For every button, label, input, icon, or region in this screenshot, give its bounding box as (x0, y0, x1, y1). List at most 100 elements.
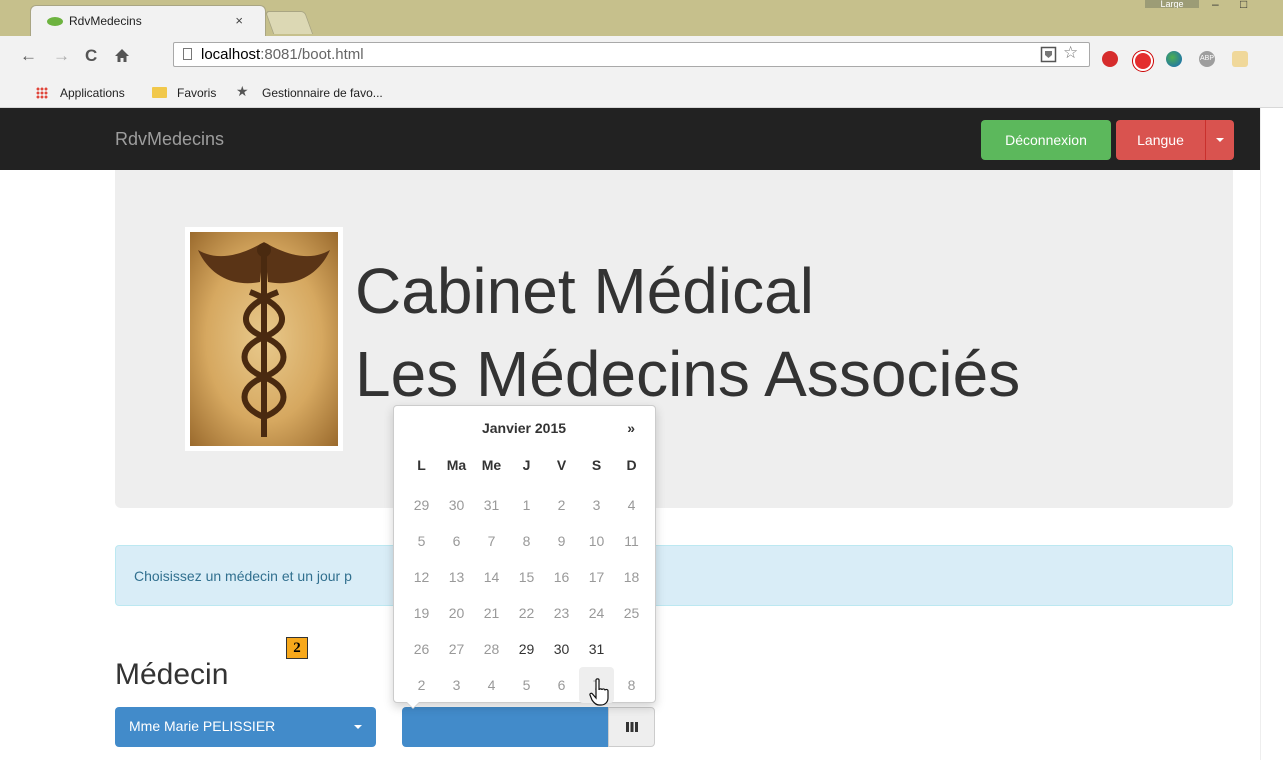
day-cell[interactable]: 5 (509, 667, 544, 703)
extension-icon[interactable] (1232, 51, 1248, 67)
medecin-heading: Médecin (115, 658, 229, 691)
browser-tab-strip: RdvMedecins × Large – □ (0, 0, 1283, 36)
day-cell[interactable]: 12 (404, 559, 439, 595)
day-cell[interactable]: 28 (474, 631, 509, 667)
bookmark-manager[interactable]: Gestionnaire de favo... (262, 86, 383, 100)
day-cell[interactable]: 23 (544, 595, 579, 631)
selected-doctor: Mme Marie PELISSIER (129, 718, 276, 734)
home-icon[interactable] (114, 48, 130, 63)
doctor-select-button[interactable]: Mme Marie PELISSIER (115, 707, 376, 747)
day-cell[interactable]: 14 (474, 559, 509, 595)
day-cell[interactable]: 19 (404, 595, 439, 631)
day-cell[interactable]: 25 (614, 595, 649, 631)
shield-extension-icon[interactable] (1040, 46, 1057, 63)
block-extension-icon[interactable] (1102, 51, 1118, 67)
language-button[interactable]: Langue (1116, 120, 1205, 160)
date-input[interactable] (402, 707, 608, 747)
day-cell[interactable]: 31 (474, 487, 509, 523)
app-navbar: RdvMedecins Déconnexion Langue (0, 108, 1260, 170)
bookmark-favoris[interactable]: Favoris (177, 86, 216, 100)
week-row: 19 20 21 22 23 24 25 (404, 595, 649, 631)
chevron-down-icon (1216, 138, 1224, 142)
day-cell[interactable]: 4 (614, 487, 649, 523)
day-cell[interactable]: 15 (509, 559, 544, 595)
day-cell[interactable]: 4 (474, 667, 509, 703)
spring-leaf-icon (47, 17, 63, 26)
day-cell[interactable]: 10 (579, 523, 614, 559)
day-cell[interactable]: 24 (579, 595, 614, 631)
day-cell[interactable]: 8 (614, 667, 649, 703)
logout-button[interactable]: Déconnexion (981, 120, 1111, 160)
info-alert: Choisissez un médecin et un jour p (115, 545, 1233, 606)
week-row: 12 13 14 15 16 17 18 (404, 559, 649, 595)
cabinet-title: Cabinet Médical Les Médecins Associés (355, 250, 1020, 416)
bookmark-star-icon[interactable]: ☆ (1063, 43, 1080, 62)
day-cell[interactable]: 21 (474, 595, 509, 631)
day-cell (614, 631, 649, 667)
day-cell[interactable]: 27 (439, 631, 474, 667)
day-cell[interactable]: 3 (579, 487, 614, 523)
page-icon (183, 48, 192, 60)
back-icon[interactable]: ← (20, 46, 37, 66)
address-bar[interactable]: localhost:8081/boot.html ☆ (173, 42, 1090, 67)
reload-icon[interactable]: C (85, 46, 97, 66)
star-icon[interactable]: ★ (236, 83, 249, 100)
forward-icon[interactable]: → (53, 46, 70, 66)
apps-grid-icon[interactable] (36, 87, 48, 99)
maximize-icon[interactable]: □ (1240, 0, 1247, 10)
day-cell[interactable]: 20 (439, 595, 474, 631)
day-cell[interactable]: 7 (474, 523, 509, 559)
day-cell[interactable]: 29 (404, 487, 439, 523)
browser-tab[interactable]: RdvMedecins × (30, 5, 266, 36)
day-cell[interactable]: 30 (439, 487, 474, 523)
calendar-button[interactable] (608, 707, 655, 747)
caduceus-icon (198, 242, 330, 437)
day-cell[interactable]: 3 (439, 667, 474, 703)
chevron-down-icon (354, 725, 362, 729)
alert-text: Choisissez un médecin et un jour p (134, 568, 352, 584)
day-cell[interactable]: 22 (509, 595, 544, 631)
day-cell[interactable]: 16 (544, 559, 579, 595)
tab-close-icon[interactable]: × (235, 13, 243, 28)
day-cell[interactable]: 9 (544, 523, 579, 559)
day-cell[interactable]: 5 (404, 523, 439, 559)
week-row: 2345678 (404, 667, 649, 703)
globe-extension-icon[interactable] (1166, 51, 1182, 67)
window-size-label: Large (1145, 0, 1199, 8)
day-cell[interactable]: 11 (614, 523, 649, 559)
day-cell[interactable]: 6 (439, 523, 474, 559)
weekday-label: V (556, 457, 567, 473)
day-cell[interactable]: 17 (579, 559, 614, 595)
bookmark-applications[interactable]: Applications (60, 86, 125, 100)
datepicker-next-button[interactable]: » (627, 420, 635, 436)
tab-title: RdvMedecins (69, 14, 142, 28)
day-cell[interactable]: 18 (614, 559, 649, 595)
title-line-2: Les Médecins Associés (355, 338, 1021, 411)
web-page: RdvMedecins Déconnexion Langue Cabinet M… (0, 108, 1260, 760)
day-cell[interactable]: 6 (544, 667, 579, 703)
new-tab-button[interactable] (264, 11, 314, 34)
minimize-icon[interactable]: – (1212, 0, 1219, 10)
datepicker-month-title[interactable]: Janvier 2015 (444, 420, 604, 436)
folder-icon[interactable] (152, 87, 167, 98)
day-cell[interactable]: 8 (509, 523, 544, 559)
weekday-label: Ma (446, 457, 467, 473)
day-cell[interactable]: 30 (544, 631, 579, 667)
adblock-icon[interactable]: ABP (1199, 51, 1215, 67)
day-cell[interactable]: 26 (404, 631, 439, 667)
datepicker-popup: Janvier 2015 » L Ma Me J V S D 29 30 31 1 2 3… (393, 405, 656, 709)
day-cell[interactable]: 13 (439, 559, 474, 595)
day-cell[interactable]: 31 (579, 631, 614, 667)
day-cell[interactable]: 2 (404, 667, 439, 703)
weekday-label: S (591, 457, 602, 473)
day-cell[interactable]: 29 (509, 631, 544, 667)
caduceus-logo (185, 227, 343, 451)
day-cell[interactable]: 1 (509, 487, 544, 523)
language-dropdown-toggle[interactable] (1205, 120, 1234, 160)
bookmarks-bar: Applications Favoris ★ Gestionnaire de f… (0, 80, 1283, 108)
navbar-brand[interactable]: RdvMedecins (115, 129, 224, 150)
weekday-row: L Ma Me J V S D (404, 451, 649, 487)
page-scrollbar[interactable] (1260, 108, 1283, 760)
stop-extension-icon[interactable] (1133, 51, 1153, 71)
day-cell[interactable]: 2 (544, 487, 579, 523)
